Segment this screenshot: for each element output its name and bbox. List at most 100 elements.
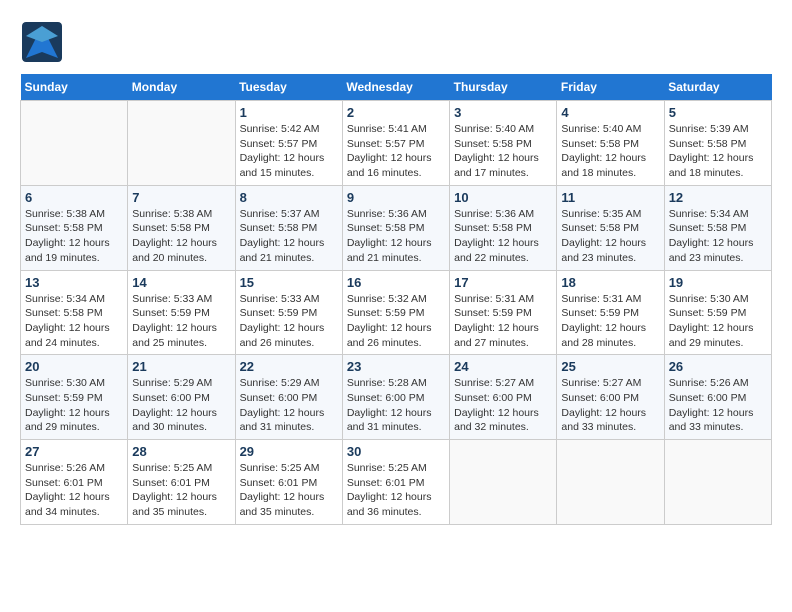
daylight-text: Daylight: 12 hours and 17 minutes.: [454, 152, 539, 179]
sunrise-text: Sunrise: 5:30 AM: [25, 377, 105, 389]
daylight-text: Daylight: 12 hours and 36 minutes.: [347, 491, 432, 518]
calendar-cell: 10 Sunrise: 5:36 AM Sunset: 5:58 PM Dayl…: [450, 185, 557, 270]
calendar-cell: 3 Sunrise: 5:40 AM Sunset: 5:58 PM Dayli…: [450, 101, 557, 186]
day-number: 27: [25, 444, 123, 459]
sunset-text: Sunset: 6:01 PM: [132, 477, 210, 489]
calendar-cell: 25 Sunrise: 5:27 AM Sunset: 6:00 PM Dayl…: [557, 355, 664, 440]
daylight-text: Daylight: 12 hours and 31 minutes.: [347, 407, 432, 434]
day-number: 3: [454, 105, 552, 120]
sunset-text: Sunset: 5:58 PM: [240, 222, 318, 234]
calendar-cell: 11 Sunrise: 5:35 AM Sunset: 5:58 PM Dayl…: [557, 185, 664, 270]
sunrise-text: Sunrise: 5:41 AM: [347, 123, 427, 135]
sunrise-text: Sunrise: 5:36 AM: [454, 208, 534, 220]
sunset-text: Sunset: 5:59 PM: [132, 307, 210, 319]
weekday-header-wednesday: Wednesday: [342, 74, 449, 101]
day-number: 28: [132, 444, 230, 459]
sunrise-text: Sunrise: 5:36 AM: [347, 208, 427, 220]
sunset-text: Sunset: 5:58 PM: [669, 222, 747, 234]
day-number: 19: [669, 275, 767, 290]
day-number: 14: [132, 275, 230, 290]
calendar-cell: 15 Sunrise: 5:33 AM Sunset: 5:59 PM Dayl…: [235, 270, 342, 355]
calendar-cell: [664, 440, 771, 525]
daylight-text: Daylight: 12 hours and 34 minutes.: [25, 491, 110, 518]
calendar-cell: 28 Sunrise: 5:25 AM Sunset: 6:01 PM Dayl…: [128, 440, 235, 525]
day-number: 11: [561, 190, 659, 205]
sunrise-text: Sunrise: 5:25 AM: [240, 462, 320, 474]
calendar-cell: 13 Sunrise: 5:34 AM Sunset: 5:58 PM Dayl…: [21, 270, 128, 355]
sunrise-text: Sunrise: 5:40 AM: [561, 123, 641, 135]
calendar-cell: 5 Sunrise: 5:39 AM Sunset: 5:58 PM Dayli…: [664, 101, 771, 186]
sunset-text: Sunset: 5:59 PM: [561, 307, 639, 319]
weekday-header-monday: Monday: [128, 74, 235, 101]
sunset-text: Sunset: 5:59 PM: [347, 307, 425, 319]
calendar-cell: 7 Sunrise: 5:38 AM Sunset: 5:58 PM Dayli…: [128, 185, 235, 270]
day-number: 8: [240, 190, 338, 205]
calendar-week-2: 6 Sunrise: 5:38 AM Sunset: 5:58 PM Dayli…: [21, 185, 772, 270]
calendar-cell: 1 Sunrise: 5:42 AM Sunset: 5:57 PM Dayli…: [235, 101, 342, 186]
sunrise-text: Sunrise: 5:25 AM: [132, 462, 212, 474]
calendar-week-4: 20 Sunrise: 5:30 AM Sunset: 5:59 PM Dayl…: [21, 355, 772, 440]
daylight-text: Daylight: 12 hours and 32 minutes.: [454, 407, 539, 434]
sunset-text: Sunset: 5:58 PM: [454, 222, 532, 234]
sunset-text: Sunset: 5:58 PM: [561, 222, 639, 234]
sunrise-text: Sunrise: 5:29 AM: [132, 377, 212, 389]
sunrise-text: Sunrise: 5:34 AM: [25, 293, 105, 305]
day-number: 17: [454, 275, 552, 290]
calendar-cell: 19 Sunrise: 5:30 AM Sunset: 5:59 PM Dayl…: [664, 270, 771, 355]
daylight-text: Daylight: 12 hours and 30 minutes.: [132, 407, 217, 434]
daylight-text: Daylight: 12 hours and 31 minutes.: [240, 407, 325, 434]
day-number: 30: [347, 444, 445, 459]
sunset-text: Sunset: 6:00 PM: [561, 392, 639, 404]
sunset-text: Sunset: 5:57 PM: [347, 138, 425, 150]
daylight-text: Daylight: 12 hours and 33 minutes.: [669, 407, 754, 434]
sunrise-text: Sunrise: 5:25 AM: [347, 462, 427, 474]
daylight-text: Daylight: 12 hours and 35 minutes.: [240, 491, 325, 518]
calendar-cell: 24 Sunrise: 5:27 AM Sunset: 6:00 PM Dayl…: [450, 355, 557, 440]
weekday-header-sunday: Sunday: [21, 74, 128, 101]
sunset-text: Sunset: 5:58 PM: [132, 222, 210, 234]
sunset-text: Sunset: 5:58 PM: [454, 138, 532, 150]
daylight-text: Daylight: 12 hours and 35 minutes.: [132, 491, 217, 518]
sunset-text: Sunset: 6:00 PM: [347, 392, 425, 404]
daylight-text: Daylight: 12 hours and 23 minutes.: [669, 237, 754, 264]
sunset-text: Sunset: 5:58 PM: [25, 307, 103, 319]
calendar-cell: 17 Sunrise: 5:31 AM Sunset: 5:59 PM Dayl…: [450, 270, 557, 355]
day-number: 5: [669, 105, 767, 120]
sunrise-text: Sunrise: 5:33 AM: [240, 293, 320, 305]
daylight-text: Daylight: 12 hours and 33 minutes.: [561, 407, 646, 434]
daylight-text: Daylight: 12 hours and 23 minutes.: [561, 237, 646, 264]
daylight-text: Daylight: 12 hours and 25 minutes.: [132, 322, 217, 349]
sunrise-text: Sunrise: 5:37 AM: [240, 208, 320, 220]
calendar-cell: 18 Sunrise: 5:31 AM Sunset: 5:59 PM Dayl…: [557, 270, 664, 355]
sunset-text: Sunset: 6:00 PM: [240, 392, 318, 404]
daylight-text: Daylight: 12 hours and 20 minutes.: [132, 237, 217, 264]
weekday-header-thursday: Thursday: [450, 74, 557, 101]
sunrise-text: Sunrise: 5:26 AM: [25, 462, 105, 474]
calendar-cell: 30 Sunrise: 5:25 AM Sunset: 6:01 PM Dayl…: [342, 440, 449, 525]
sunrise-text: Sunrise: 5:29 AM: [240, 377, 320, 389]
day-number: 1: [240, 105, 338, 120]
calendar-cell: 27 Sunrise: 5:26 AM Sunset: 6:01 PM Dayl…: [21, 440, 128, 525]
logo-icon: [20, 20, 64, 64]
daylight-text: Daylight: 12 hours and 21 minutes.: [240, 237, 325, 264]
calendar-cell: 9 Sunrise: 5:36 AM Sunset: 5:58 PM Dayli…: [342, 185, 449, 270]
calendar-cell: 20 Sunrise: 5:30 AM Sunset: 5:59 PM Dayl…: [21, 355, 128, 440]
sunset-text: Sunset: 5:58 PM: [347, 222, 425, 234]
sunrise-text: Sunrise: 5:38 AM: [132, 208, 212, 220]
calendar-cell: [128, 101, 235, 186]
calendar-cell: 26 Sunrise: 5:26 AM Sunset: 6:00 PM Dayl…: [664, 355, 771, 440]
day-number: 7: [132, 190, 230, 205]
sunrise-text: Sunrise: 5:31 AM: [561, 293, 641, 305]
logo: [20, 20, 68, 64]
daylight-text: Daylight: 12 hours and 29 minutes.: [25, 407, 110, 434]
sunrise-text: Sunrise: 5:33 AM: [132, 293, 212, 305]
calendar-week-1: 1 Sunrise: 5:42 AM Sunset: 5:57 PM Dayli…: [21, 101, 772, 186]
calendar-table: SundayMondayTuesdayWednesdayThursdayFrid…: [20, 74, 772, 525]
daylight-text: Daylight: 12 hours and 19 minutes.: [25, 237, 110, 264]
day-number: 12: [669, 190, 767, 205]
daylight-text: Daylight: 12 hours and 29 minutes.: [669, 322, 754, 349]
calendar-cell: 22 Sunrise: 5:29 AM Sunset: 6:00 PM Dayl…: [235, 355, 342, 440]
calendar-cell: [450, 440, 557, 525]
day-number: 23: [347, 359, 445, 374]
day-number: 15: [240, 275, 338, 290]
